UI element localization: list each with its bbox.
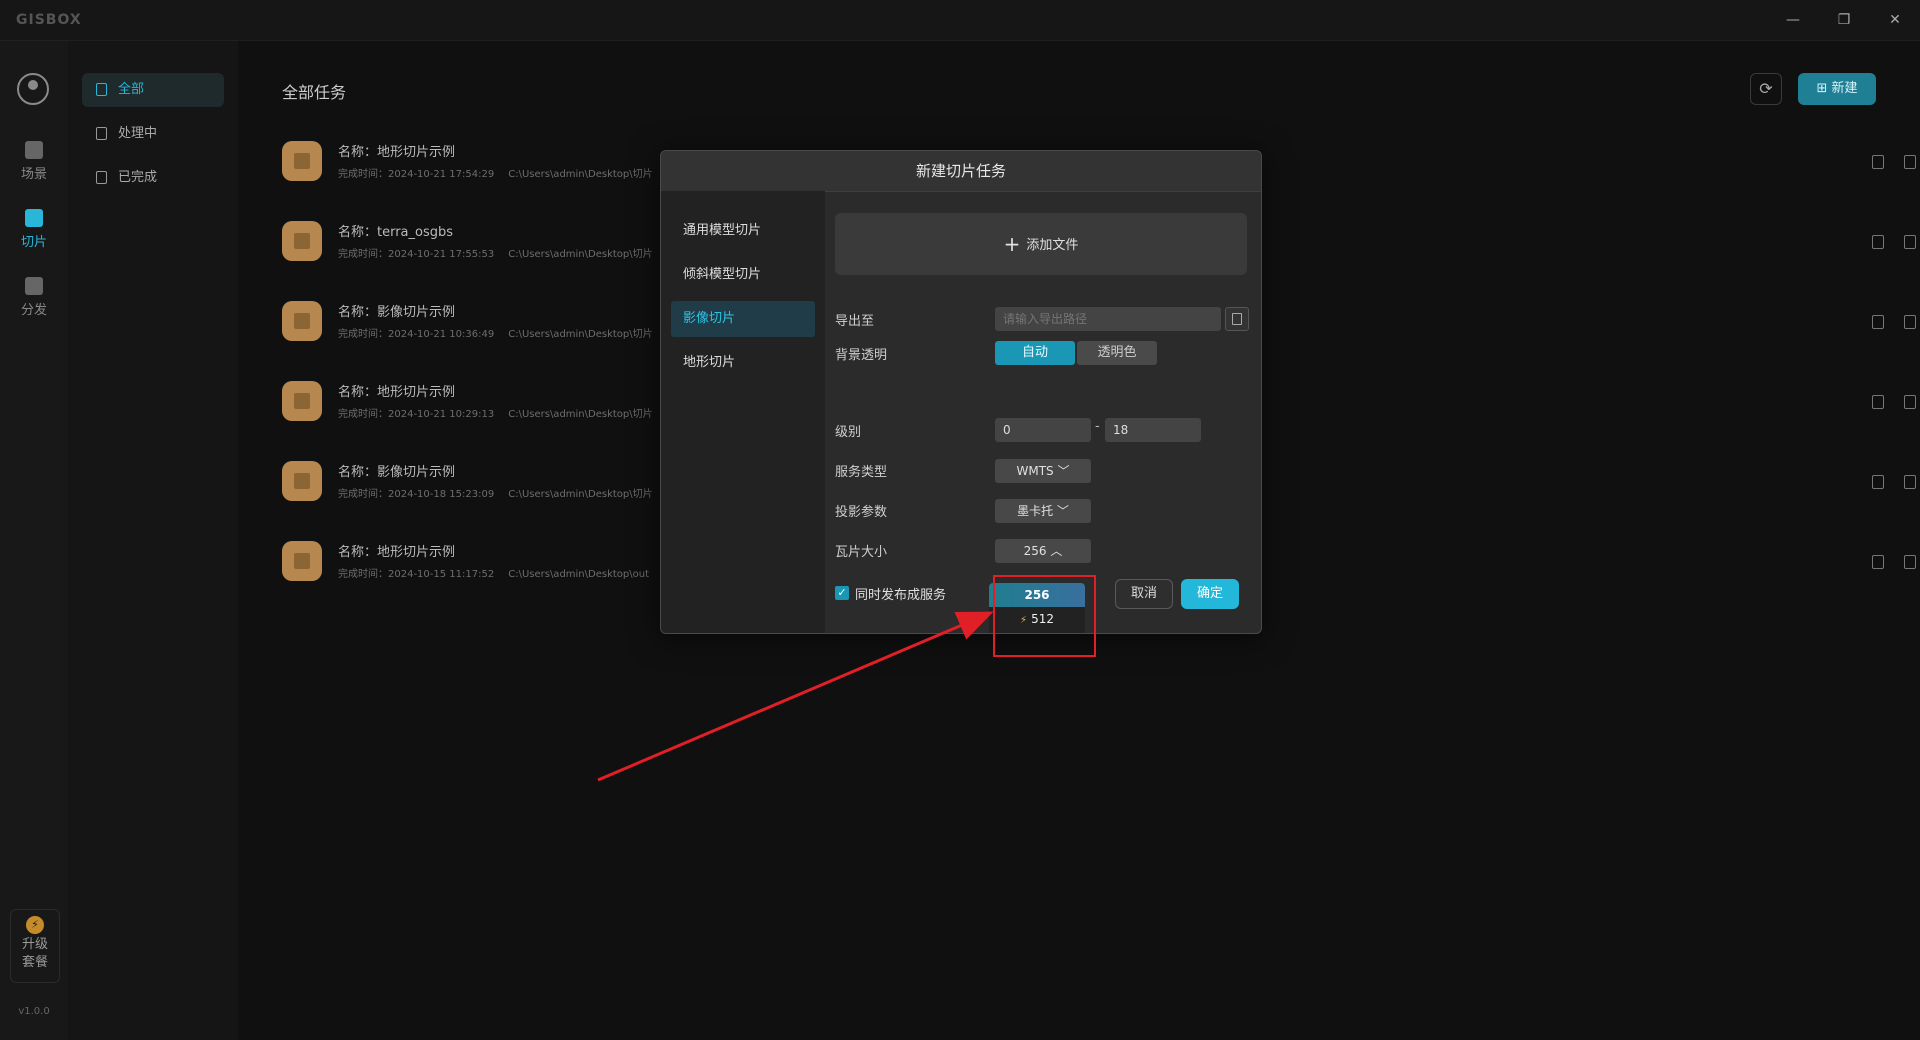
annotation-arrow (597, 611, 994, 782)
